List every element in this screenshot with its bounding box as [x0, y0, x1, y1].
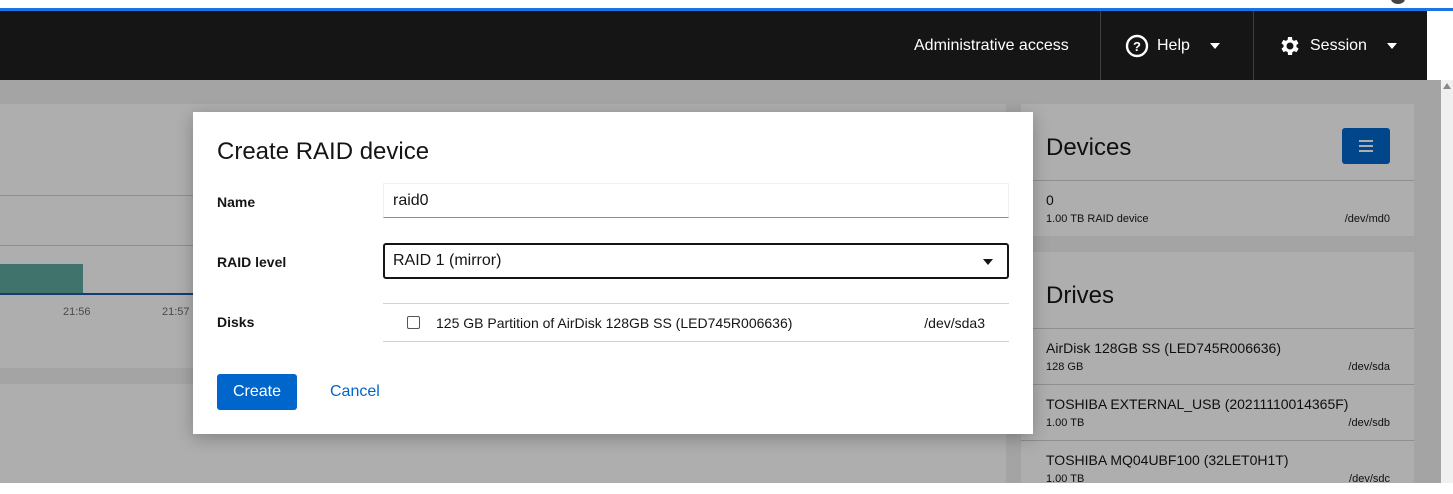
- name-label: Name: [217, 194, 256, 210]
- name-input-value: raid0: [393, 191, 429, 209]
- administrative-access-button[interactable]: Administrative access: [914, 11, 1069, 80]
- masthead: Administrative access ? Help Session: [0, 11, 1427, 80]
- scrollbar[interactable]: [1441, 80, 1453, 483]
- raid-level-value: RAID 1 (mirror): [393, 252, 502, 269]
- session-label: Session: [1310, 36, 1367, 54]
- raid-level-label: RAID level: [217, 254, 287, 270]
- help-label: Help: [1157, 36, 1190, 54]
- cancel-button[interactable]: Cancel: [322, 374, 388, 410]
- disks-list: 125 GB Partition of AirDisk 128GB SS (LE…: [383, 303, 1009, 342]
- name-input[interactable]: raid0: [383, 183, 1009, 218]
- disk-label: 125 GB Partition of AirDisk 128GB SS (LE…: [436, 315, 793, 331]
- chevron-down-icon: [1386, 42, 1397, 49]
- help-menu-button[interactable]: ? Help: [1100, 11, 1252, 80]
- disk-checkbox[interactable]: [407, 316, 420, 329]
- dialog-title: Create RAID device: [217, 138, 430, 165]
- top-accent-bar: [0, 0, 1453, 11]
- help-icon: ?: [1125, 34, 1149, 58]
- chevron-down-icon: [983, 259, 993, 265]
- create-button[interactable]: Create: [217, 374, 297, 410]
- chevron-down-icon: [1209, 42, 1220, 49]
- gear-icon: [1278, 34, 1302, 58]
- disks-label: Disks: [217, 314, 255, 330]
- create-raid-dialog: Create RAID device Name raid0 RAID level…: [193, 112, 1033, 434]
- svg-text:?: ?: [1133, 39, 1141, 54]
- administrative-access-label: Administrative access: [914, 36, 1069, 54]
- browser-corner-icon: [1391, 0, 1405, 4]
- session-menu-button[interactable]: Session: [1253, 11, 1427, 80]
- scroll-up-icon[interactable]: [1443, 83, 1451, 89]
- raid-level-select[interactable]: RAID 1 (mirror): [383, 243, 1009, 279]
- disk-path: /dev/sda3: [924, 315, 985, 331]
